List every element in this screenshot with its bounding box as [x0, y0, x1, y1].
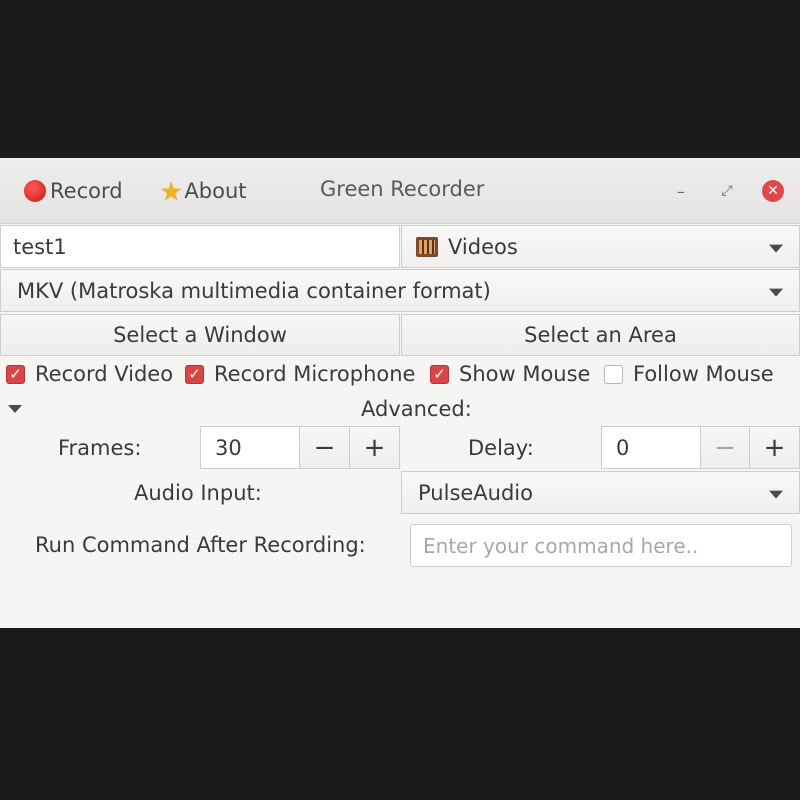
record-button[interactable]: Record: [24, 176, 123, 206]
folder-icon: [416, 236, 438, 257]
checkmark-icon: ✓: [185, 364, 204, 384]
frames-decrement-button[interactable]: −: [299, 426, 350, 469]
star-icon: ★: [160, 176, 183, 206]
window-title: Green Recorder: [320, 177, 485, 201]
folder-selected: Videos: [448, 234, 518, 259]
filename-value: test1: [13, 234, 67, 259]
about-button[interactable]: ★ About: [160, 176, 247, 206]
checkmark-icon: ✓: [6, 364, 25, 384]
delay-spin-input[interactable]: 0: [601, 426, 701, 469]
header-bar: Record ★ About Green Recorder – ⤢ ✕: [0, 158, 800, 224]
record-label: Record: [50, 179, 123, 203]
folder-chooser[interactable]: Videos: [401, 225, 800, 268]
select-window-button[interactable]: Select a Window: [0, 314, 400, 356]
format-selected: MKV (Matroska multimedia container forma…: [17, 278, 491, 303]
chevron-down-icon: [769, 244, 783, 253]
checkbox-empty-icon: [604, 364, 623, 384]
record-video-label: Record Video: [35, 362, 174, 386]
frames-label: Frames:: [58, 436, 142, 460]
follow-mouse-label: Follow Mouse: [633, 362, 774, 386]
audio-input-dropdown[interactable]: PulseAudio: [401, 471, 800, 514]
close-icon[interactable]: ✕: [762, 180, 784, 202]
record-icon: [24, 180, 46, 202]
chevron-down-icon: [769, 490, 783, 499]
frames-increment-button[interactable]: +: [349, 426, 400, 469]
green-recorder-window: Record ★ About Green Recorder – ⤢ ✕ test…: [0, 158, 800, 628]
record-microphone-checkbox[interactable]: ✓ Record Microphone: [185, 362, 415, 386]
select-area-button[interactable]: Select an Area: [401, 314, 800, 356]
maximize-icon[interactable]: ⤢: [714, 178, 740, 204]
record-microphone-label: Record Microphone: [214, 362, 416, 386]
delay-value: 0: [616, 435, 630, 460]
record-video-checkbox[interactable]: ✓ Record Video: [6, 362, 173, 386]
show-mouse-checkbox[interactable]: ✓ Show Mouse: [430, 362, 590, 386]
delay-decrement-button[interactable]: −: [700, 426, 750, 469]
minimize-icon[interactable]: –: [668, 178, 694, 204]
filename-input[interactable]: test1: [0, 225, 400, 268]
audio-input-selected: PulseAudio: [418, 480, 533, 505]
format-dropdown[interactable]: MKV (Matroska multimedia container forma…: [0, 269, 800, 312]
follow-mouse-checkbox[interactable]: Follow Mouse: [604, 362, 774, 386]
delay-increment-button[interactable]: +: [749, 426, 800, 469]
checkmark-icon: ✓: [430, 364, 449, 384]
run-command-label: Run Command After Recording:: [35, 533, 366, 557]
advanced-expander-label[interactable]: Advanced:: [361, 397, 472, 421]
chevron-down-icon: [769, 288, 783, 297]
frames-value: 30: [215, 435, 242, 460]
delay-label: Delay:: [468, 436, 534, 460]
audio-input-label: Audio Input:: [134, 481, 262, 505]
expander-arrow-icon[interactable]: [8, 405, 22, 413]
frames-spin-input[interactable]: 30: [200, 426, 300, 469]
about-label: About: [184, 179, 247, 203]
show-mouse-label: Show Mouse: [459, 362, 591, 386]
run-command-input[interactable]: [410, 524, 792, 567]
